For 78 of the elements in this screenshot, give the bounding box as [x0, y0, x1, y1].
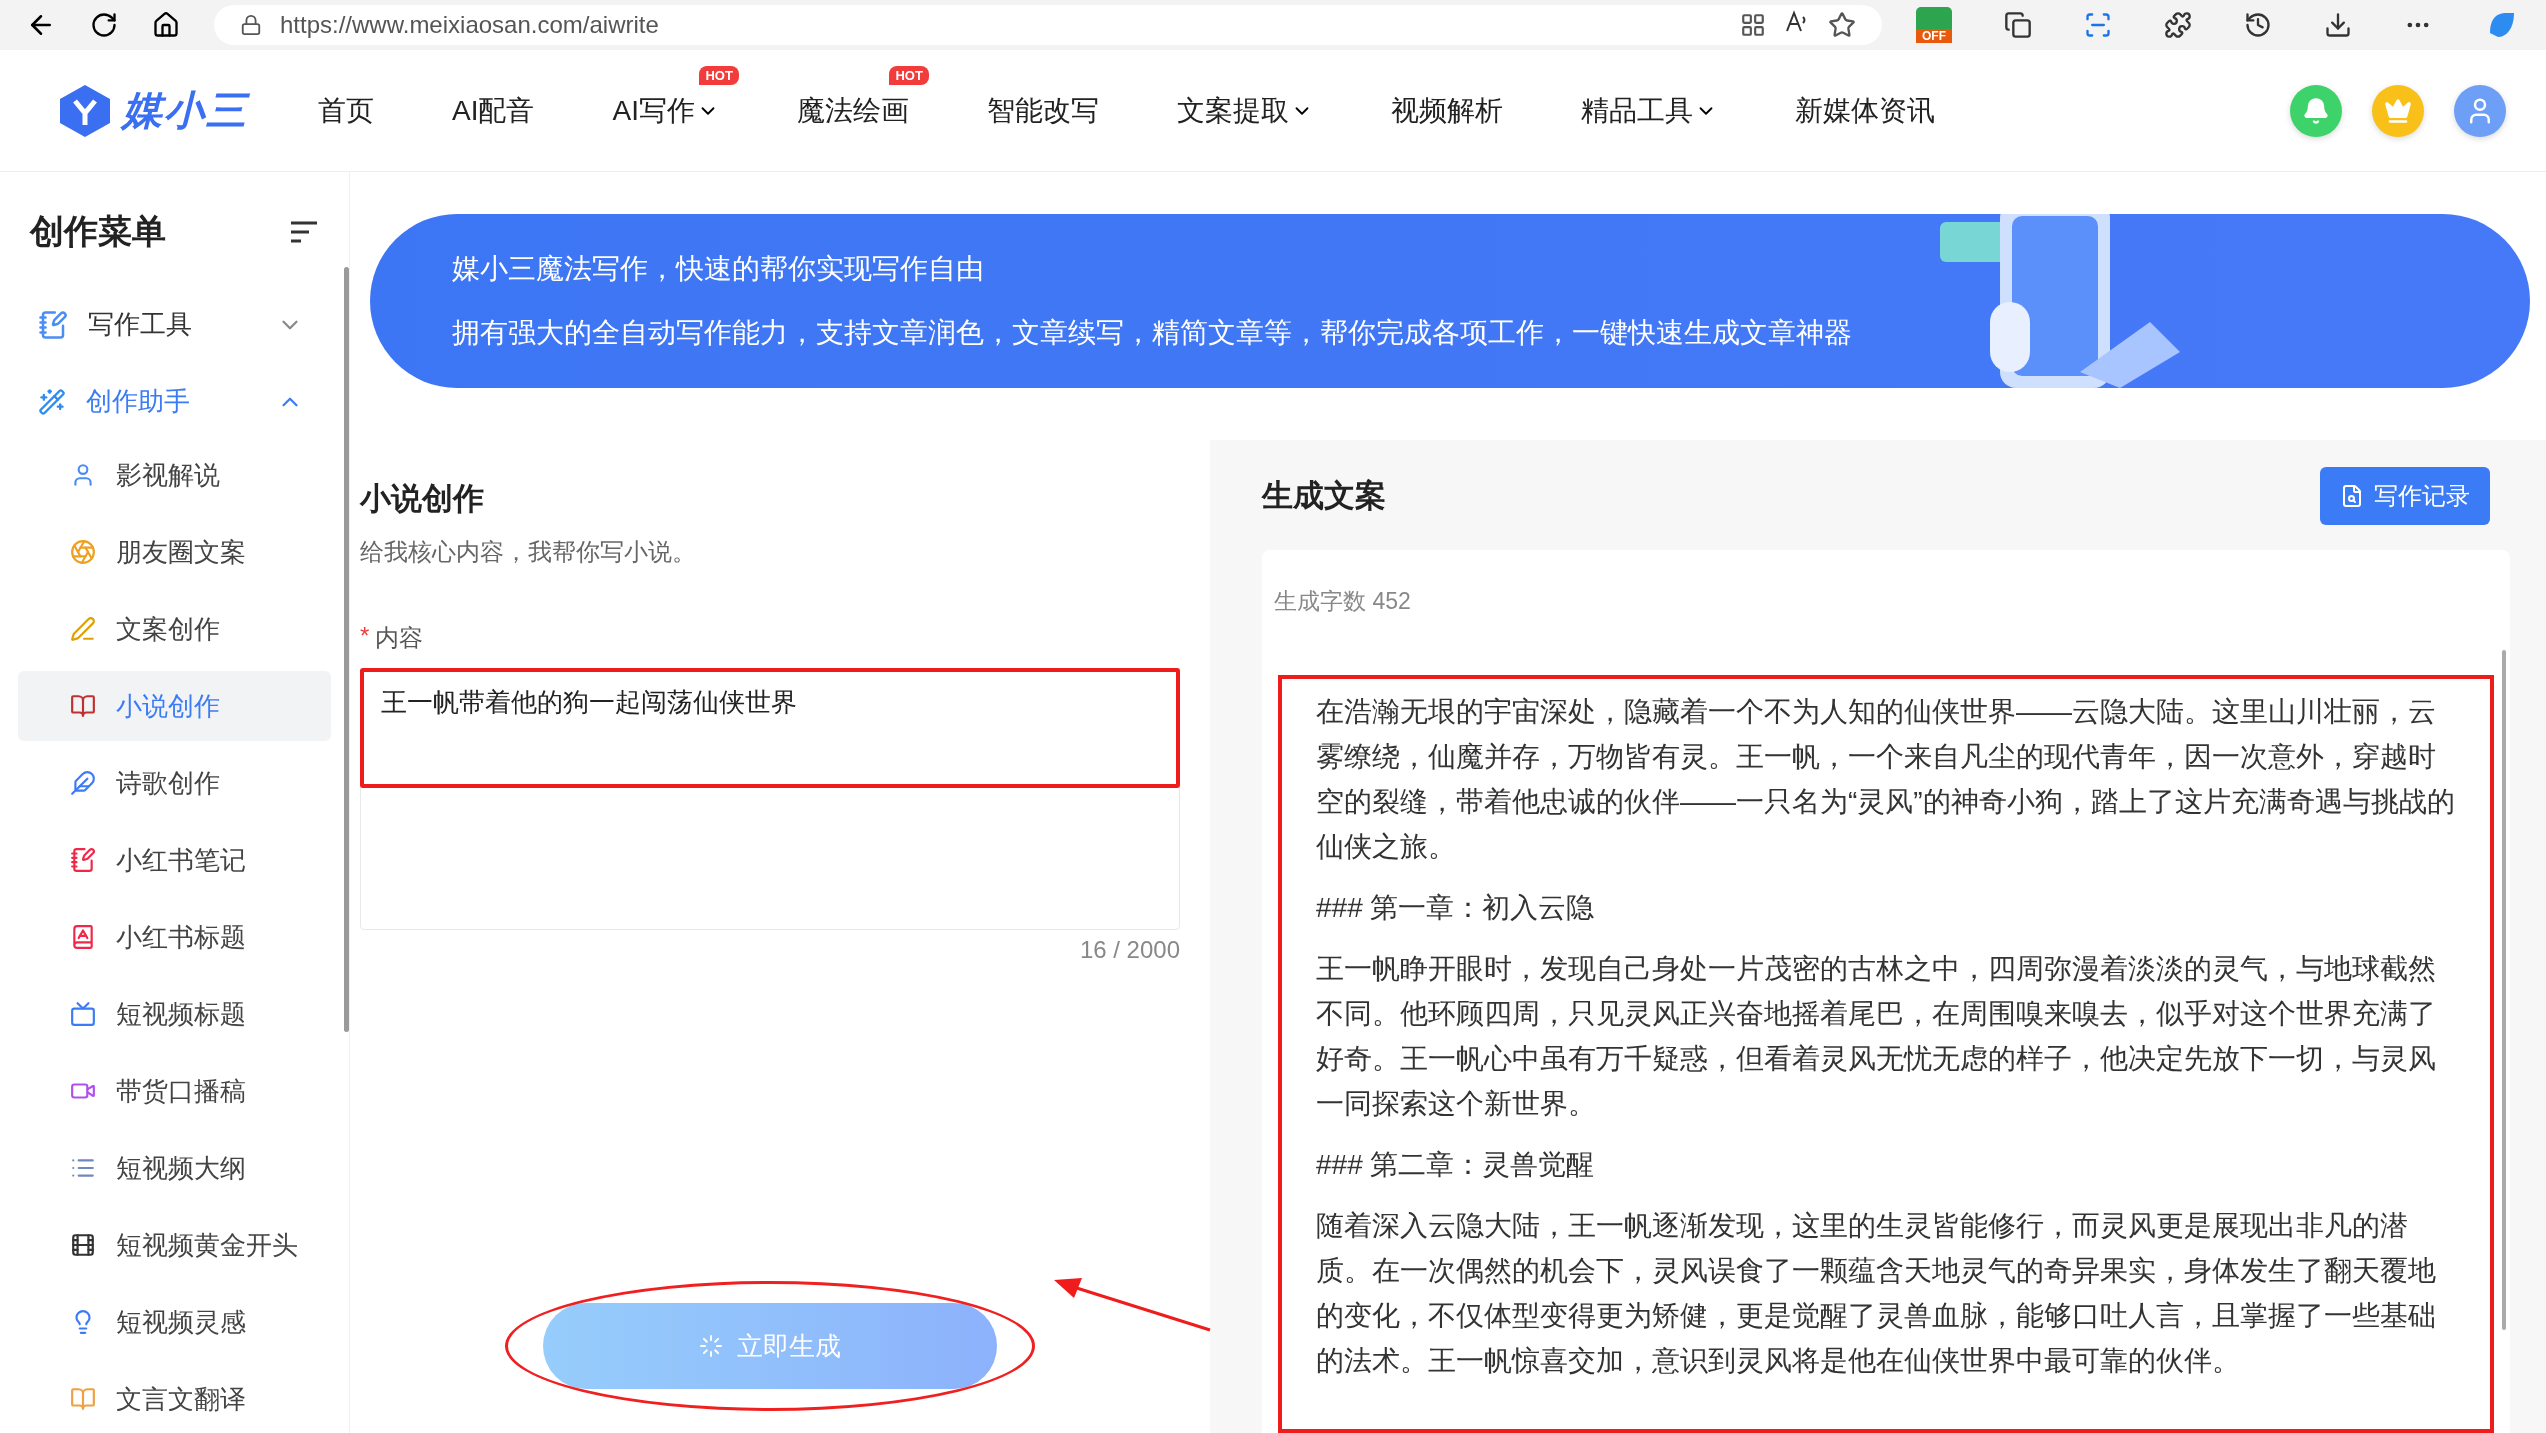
off-label: OFF [1916, 29, 1952, 43]
puzzle-icon[interactable] [2164, 11, 2192, 39]
nav-link[interactable]: 新媒体资讯 [1794, 91, 1935, 130]
menu-item[interactable]: 文案创作 [18, 594, 331, 664]
menu-item[interactable]: 诗歌创作 [18, 748, 331, 818]
menu-item[interactable]: 短视频黄金开头 [18, 1210, 331, 1280]
form-subtitle: 给我核心内容，我帮你写小说。 [360, 537, 697, 567]
star-icon[interactable] [1828, 11, 1856, 39]
menu-item-icon [70, 847, 96, 873]
menu-item[interactable]: 小红书标题 [18, 902, 331, 972]
menu-group-label: 创作助手 [86, 385, 191, 418]
output-paragraph: 王一帆睁开眼时，发现自己身处一片茂密的古林之中，四周弥漫着淡淡的灵气，与地球截然不同。他环顾四周，只见灵风正兴奋地摇着尾巴，在周围嗅来嗅去，似乎对这个世界充满了好奇。王一帆心中虽有万千疑惑，但看着灵风无忧无虑的样子，他决定先放下一切，与灵风一同探索这个新世界。 [1316, 952, 2437, 1121]
character-counter: 16 / 2000 [1078, 936, 1180, 964]
form-title: 小说创作 [360, 480, 485, 518]
menu-item[interactable]: 带货口播稿 [18, 1056, 331, 1126]
menu-item-icon [70, 539, 96, 565]
output-paragraph: ### 第二章：灵兽觉醒 [1316, 1148, 1596, 1182]
menu-item[interactable]: 文言文翻译 [18, 1364, 331, 1433]
nav-link[interactable]: 智能改写 [986, 91, 1099, 130]
nav-link[interactable]: 视频解析 [1390, 91, 1503, 130]
nav-link[interactable]: 首页 [318, 91, 374, 130]
extension-icon[interactable]: OFF [1916, 7, 1952, 43]
lock-icon [240, 14, 262, 36]
menu-group[interactable]: 创作助手 [18, 363, 331, 440]
output-paragraph: ### 第一章：初入云隐 [1316, 891, 1596, 925]
menu-item[interactable]: 短视频标题 [18, 979, 331, 1049]
scrollbar-thumb[interactable] [344, 267, 349, 1032]
history-button[interactable]: 写作记录 [2320, 467, 2490, 525]
download-icon[interactable] [2324, 11, 2352, 39]
menu-item[interactable]: 小说创作 [18, 671, 331, 741]
banner-headline: 媒小三魔法写作，快速的帮你实现写作自由 [452, 252, 985, 286]
nav-link[interactable]: 文案提取 [1176, 91, 1289, 130]
scrollbar-thumb[interactable] [2502, 650, 2506, 1330]
sort-icon[interactable] [289, 220, 319, 244]
menu-item[interactable]: 影视解说 [18, 440, 331, 510]
menu-item-icon [70, 924, 96, 950]
menu-item-icon [70, 770, 96, 796]
menu-item-icon [70, 1001, 96, 1027]
menu-item[interactable]: 短视频灵感 [18, 1287, 331, 1357]
menu-item-icon [70, 693, 96, 719]
word-count: 生成字数 452 [1274, 587, 1412, 616]
menu-item-icon [70, 1232, 96, 1258]
nav-link[interactable]: 魔法绘画 [796, 91, 909, 130]
nav-link[interactable]: 精品工具 [1580, 91, 1693, 130]
menu-item-icon [70, 1386, 96, 1412]
output-paragraph: 在浩瀚无垠的宇宙深处，隐藏着一个不为人知的仙侠世界——云隐大陆。这里山川壮丽，云雾缭绕，仙魔并存，万物皆有灵。王一帆，一个来自凡尘的现代青年，因一次意外，穿越时空的裂缝，带着他忠诚的伙伴——一只名为“灵风”的神奇小狗，踏上了这片充满奇遇与挑战的仙侠之旅。 [1316, 695, 2456, 864]
user-avatar[interactable] [2454, 84, 2506, 137]
banner-description: 拥有强大的全自动写作能力，支持文章润色，文章续写，精简文章等，帮你完成各项工作，一键快速生成文章神器 [452, 316, 1852, 350]
collections-icon[interactable] [2004, 11, 2032, 39]
required-mark: * [360, 622, 370, 651]
notepad-icon [38, 309, 68, 340]
menu-group-label: 写作工具 [88, 308, 193, 341]
address-bar[interactable]: https://www.meixiaosan.com/aiwrite [214, 5, 1882, 45]
history-icon[interactable] [2244, 11, 2272, 39]
output-paragraph: 随着深入云隐大陆，王一帆逐渐发现，这里的生灵皆能修行，而灵风更是展现出非凡的潜质。在一次偶然的机会下，灵风误食了一颗蕴含天地灵气的奇异果实，身体发生了翻天覆地的变化，不仅体型变得更为矫健，更是觉醒了灵兽血脉，能够口吐人言，且掌握了一些基础的法术。王一帆惊喜交加，意识到灵风将是他在仙侠世界中最可靠的伙伴。 [1316, 1209, 2437, 1378]
scan-icon[interactable] [2084, 11, 2112, 39]
sidebar-title: 创作菜单 [30, 211, 166, 252]
field-label: 内容 [375, 623, 424, 653]
output-title: 生成文案 [1262, 477, 1386, 515]
logo-icon [58, 82, 112, 139]
url-text: https://www.meixiaosan.com/aiwrite [280, 11, 660, 39]
menu-item-icon [70, 616, 96, 642]
bell-icon [2302, 96, 2330, 125]
menu-item[interactable]: 短视频大纲 [18, 1133, 331, 1203]
wand-icon [38, 387, 66, 416]
nav-link[interactable]: AI配音 [452, 91, 535, 130]
home-icon[interactable] [152, 11, 180, 39]
logo-text[interactable]: 媒小三 [122, 83, 248, 138]
hot-badge: HOT [699, 65, 739, 85]
hot-badge: HOT [889, 65, 929, 85]
menu-group[interactable]: 写作工具 [18, 286, 331, 363]
document-search-icon [2340, 484, 2364, 508]
menu-item[interactable]: 朋友圈文案 [18, 517, 331, 587]
menu-item[interactable]: 小红书笔记 [18, 825, 331, 895]
crown-icon [2384, 96, 2412, 125]
nav-link[interactable]: AI写作 [612, 91, 695, 130]
reload-icon[interactable] [90, 11, 118, 39]
grid-icon[interactable] [1740, 12, 1766, 38]
